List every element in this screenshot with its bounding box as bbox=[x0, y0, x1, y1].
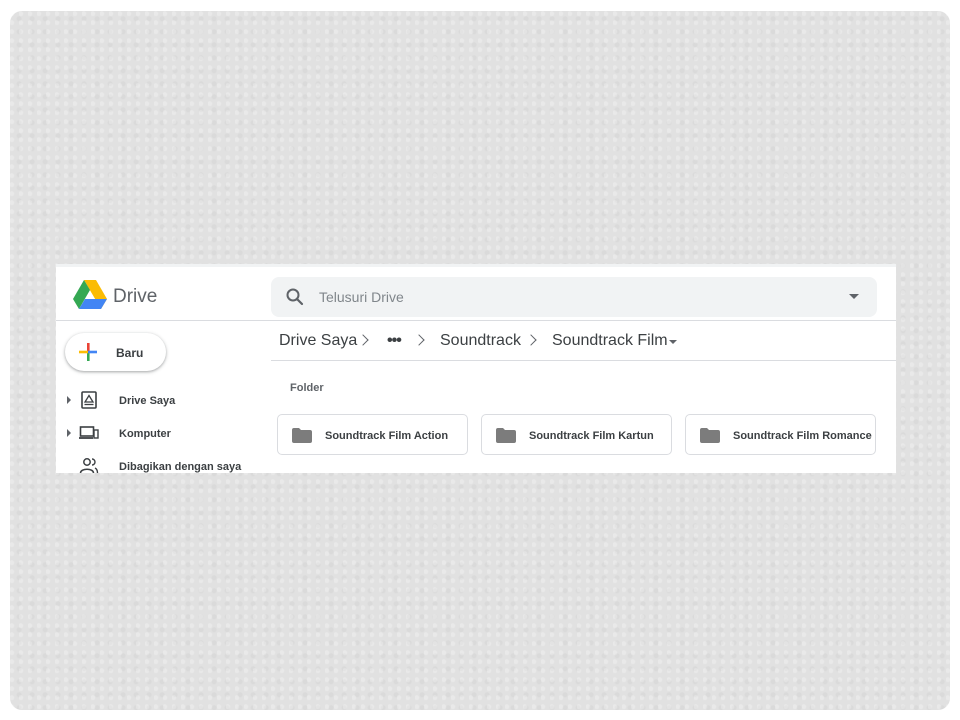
chevron-right-icon bbox=[413, 334, 425, 346]
shared-people-icon bbox=[79, 458, 99, 473]
drive-logo-icon[interactable] bbox=[73, 280, 107, 311]
search-bar[interactable]: Telusuri Drive bbox=[271, 277, 877, 317]
drive-brand-name[interactable]: Drive bbox=[113, 286, 157, 308]
folder-icon bbox=[700, 428, 720, 443]
folder-name: Soundtrack Film Action bbox=[325, 430, 449, 442]
folder-card-kartun[interactable]: Soundtrack Film Kartun bbox=[481, 414, 672, 455]
drive-window: Drive Telusuri Drive Baru Drive Saya Kom… bbox=[56, 264, 896, 473]
expand-arrow-icon[interactable] bbox=[67, 396, 71, 404]
breadcrumb-item-soundtrack[interactable]: Soundtrack bbox=[440, 332, 521, 350]
search-options-dropdown-icon[interactable] bbox=[849, 294, 859, 299]
new-button-label: Baru bbox=[116, 346, 144, 360]
top-bar: Drive Telusuri Drive bbox=[56, 264, 896, 321]
breadcrumb-item-drive-saya[interactable]: Drive Saya bbox=[279, 332, 357, 350]
folder-name: Soundtrack Film Kartun bbox=[529, 430, 654, 442]
search-input[interactable]: Telusuri Drive bbox=[319, 289, 404, 305]
folder-name: Soundtrack Film Romance bbox=[733, 430, 872, 442]
chevron-right-icon bbox=[357, 334, 369, 346]
search-icon[interactable] bbox=[285, 287, 305, 307]
sidebar-item-dibagikan[interactable]: Dibagikan dengan saya bbox=[56, 452, 266, 473]
breadcrumb: Drive Saya ••• Soundtrack Soundtrack Fil… bbox=[271, 321, 896, 361]
folder-card-action[interactable]: Soundtrack Film Action bbox=[277, 414, 468, 455]
sidebar-item-label: Komputer bbox=[119, 428, 171, 440]
folder-card-romance[interactable]: Soundtrack Film Romance bbox=[685, 414, 876, 455]
chevron-right-icon bbox=[525, 334, 537, 346]
drive-icon bbox=[81, 391, 97, 409]
plus-icon bbox=[79, 343, 97, 361]
sidebar-item-label: Drive Saya bbox=[119, 395, 176, 407]
folder-section-label: Folder bbox=[290, 382, 324, 394]
new-button[interactable]: Baru bbox=[65, 333, 166, 371]
folder-icon bbox=[496, 428, 516, 443]
breadcrumb-more-button[interactable]: ••• bbox=[387, 332, 402, 350]
sidebar-item-komputer[interactable]: Komputer bbox=[56, 419, 266, 449]
chevron-down-icon[interactable] bbox=[669, 340, 677, 344]
sidebar-item-drive-saya[interactable]: Drive Saya bbox=[56, 386, 266, 416]
folder-icon bbox=[292, 428, 312, 443]
sidebar-item-label: Dibagikan dengan saya bbox=[119, 461, 242, 473]
expand-arrow-icon[interactable] bbox=[67, 429, 71, 437]
computer-icon bbox=[79, 426, 99, 439]
breadcrumb-item-current-folder[interactable]: Soundtrack Film bbox=[552, 332, 668, 350]
